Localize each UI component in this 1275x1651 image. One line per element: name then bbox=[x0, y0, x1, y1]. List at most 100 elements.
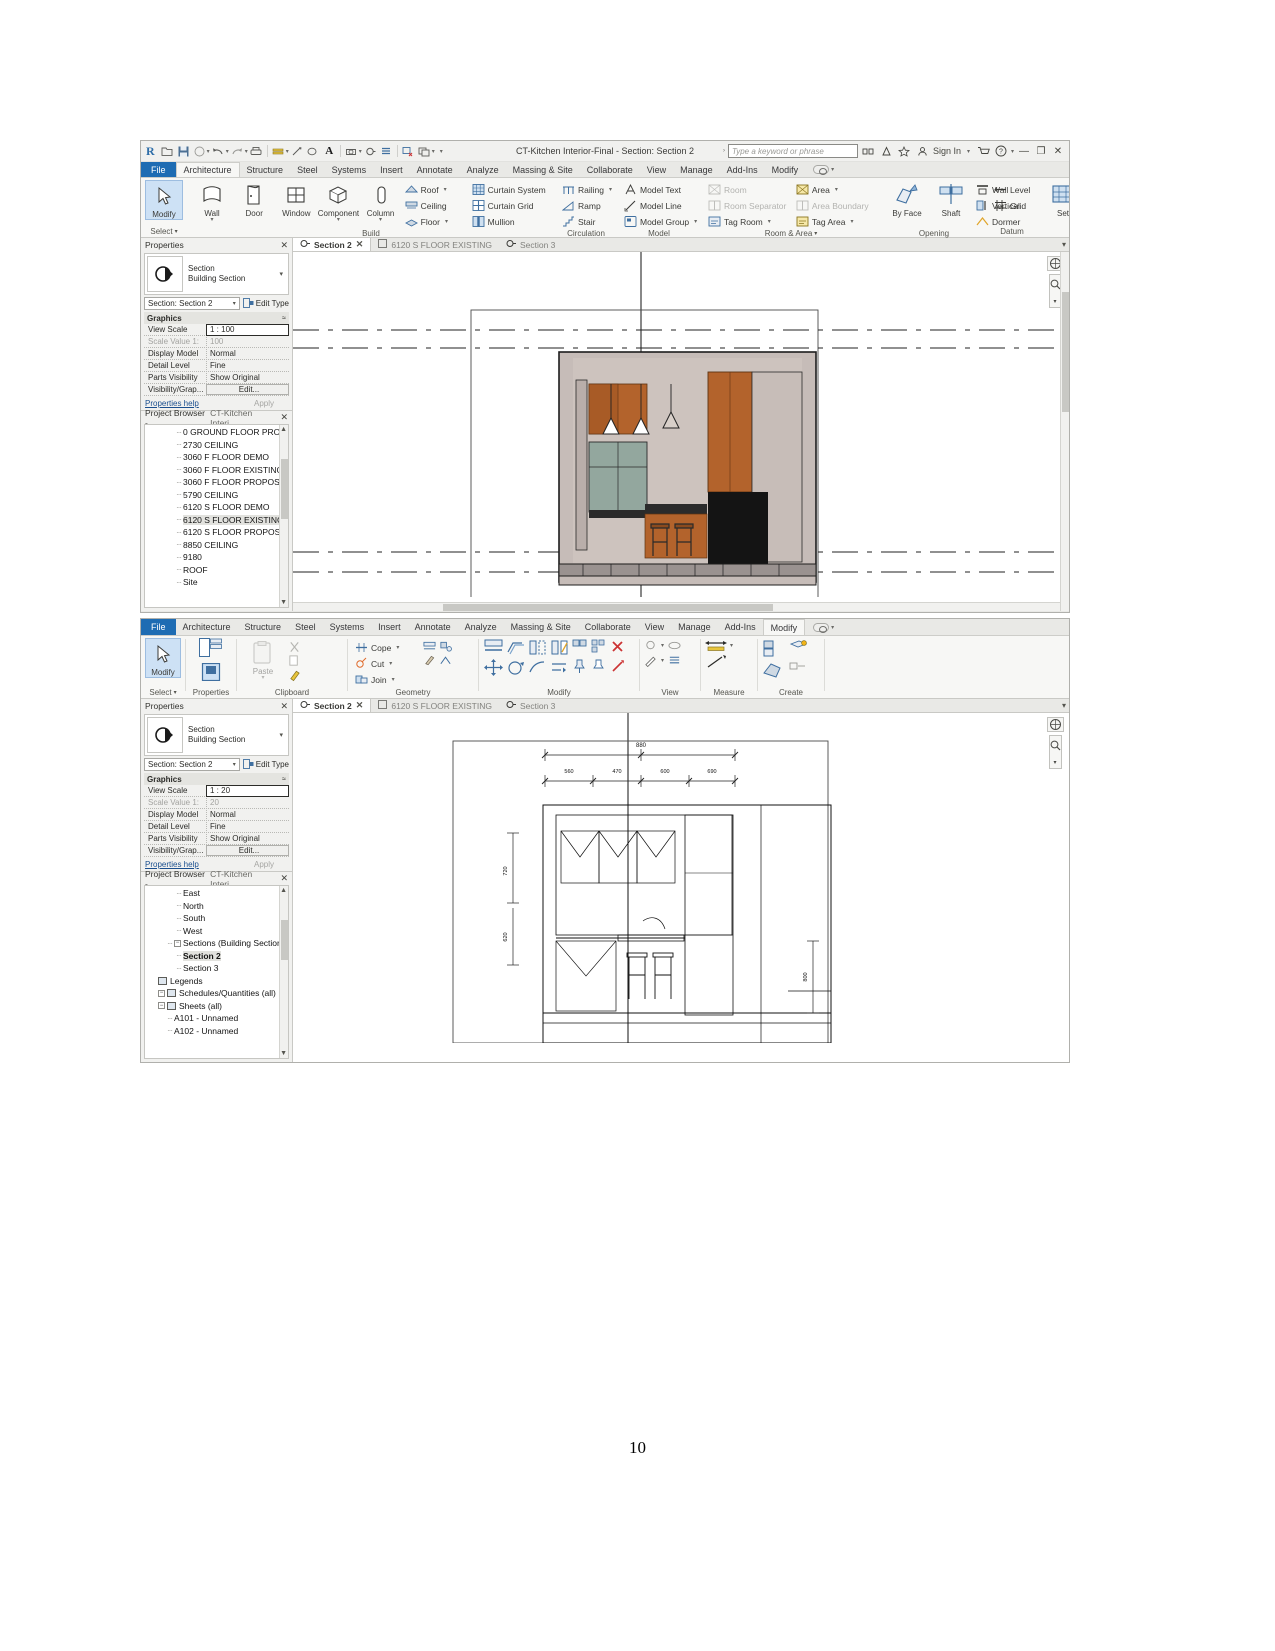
save-as-icon[interactable] bbox=[192, 144, 207, 159]
close-icon[interactable]: ✕ bbox=[280, 412, 288, 423]
redo-icon[interactable] bbox=[230, 144, 245, 159]
ribbon-tab-structure[interactable]: Structure bbox=[240, 162, 291, 177]
zoom-icon[interactable] bbox=[1050, 738, 1061, 756]
close-icon[interactable]: ✕ bbox=[280, 240, 288, 251]
tree-scrollbar[interactable]: ▲ ▼ bbox=[279, 886, 288, 1058]
apply-button[interactable]: Apply bbox=[254, 399, 288, 408]
ribbon-button-door[interactable]: Door bbox=[233, 180, 275, 218]
ribbon-button-area[interactable]: Area ▾ bbox=[793, 182, 877, 197]
cart-icon[interactable] bbox=[976, 144, 991, 159]
offset-icon[interactable] bbox=[505, 638, 525, 656]
chevron-down-icon[interactable]: ▾ bbox=[445, 218, 448, 225]
modify-button[interactable]: Modify bbox=[145, 180, 183, 220]
property-row[interactable]: View Scale 1 : 100 bbox=[144, 323, 289, 336]
paste-button[interactable]: Paste ▾ bbox=[241, 638, 285, 681]
ribbon-tab-annotate[interactable]: Annotate bbox=[408, 619, 458, 635]
ribbon-minimize-icon[interactable] bbox=[813, 165, 830, 175]
type-selector-bottom[interactable]: Section: Section 2 ▾ bbox=[144, 758, 240, 771]
project-browser-tree-top[interactable]: ··· 0 GROUND FLOOR PROPO ··· 2730 CEILING ··… bbox=[144, 424, 289, 608]
property-edit-button[interactable]: Edit... bbox=[206, 384, 289, 395]
ribbon-button-curtain-system[interactable]: Curtain System bbox=[469, 182, 551, 197]
view-tab[interactable]: Section 3 bbox=[499, 238, 562, 251]
chevron-down-icon[interactable]: ▾ bbox=[261, 675, 264, 681]
tree-expander-icon[interactable]: − bbox=[174, 939, 181, 947]
save-icon[interactable] bbox=[176, 144, 191, 159]
chevron-down-icon[interactable]: ▾ bbox=[831, 166, 834, 173]
tree-node[interactable]: ··· 5790 CEILING bbox=[145, 489, 288, 502]
chevron-down-icon[interactable]: ▾ bbox=[835, 186, 838, 193]
chevron-down-icon[interactable]: ▾ bbox=[279, 270, 286, 278]
ribbon-button-model-group[interactable]: Model Group ▾ bbox=[621, 214, 700, 229]
drawing-canvas-top[interactable]: ▾ bbox=[293, 252, 1069, 611]
tree-scrollbar[interactable]: ▲ ▼ bbox=[279, 425, 288, 607]
ribbon-tab-manage[interactable]: Manage bbox=[673, 162, 720, 177]
view-navigation-controls-bottom[interactable]: ▾ bbox=[1045, 717, 1065, 769]
ribbon-tab-collaborate[interactable]: Collaborate bbox=[580, 162, 640, 177]
delete-icon[interactable] bbox=[609, 638, 626, 656]
chevron-down-icon[interactable]: ▾ bbox=[814, 230, 817, 237]
group-collapse-icon[interactable]: ≈ bbox=[282, 776, 286, 783]
section-icon[interactable] bbox=[363, 144, 378, 159]
properties-group-graphics-top[interactable]: Graphics ≈ bbox=[144, 312, 289, 324]
pin-icon[interactable] bbox=[571, 658, 588, 675]
view-tabs-overflow-icon[interactable]: ▾ bbox=[1062, 240, 1066, 249]
ribbon-tab-manage[interactable]: Manage bbox=[671, 619, 718, 635]
close-hidden-windows-icon[interactable] bbox=[401, 144, 416, 159]
ribbon-tab-structure[interactable]: Structure bbox=[238, 619, 289, 635]
chevron-down-icon[interactable]: ▾ bbox=[609, 186, 612, 193]
tree-expander-icon[interactable]: − bbox=[158, 1002, 165, 1010]
ribbon-button-ramp[interactable]: Ramp bbox=[559, 198, 615, 213]
canvas-vertical-scrollbar-top[interactable] bbox=[1060, 252, 1069, 611]
sign-in-dropdown-icon[interactable]: ▾ bbox=[967, 148, 970, 155]
tree-node[interactable]: ··· South bbox=[145, 912, 288, 925]
align-icon[interactable] bbox=[483, 638, 503, 656]
ribbon-tab-view[interactable]: View bbox=[640, 162, 673, 177]
tree-node[interactable]: ··· A101 - Unnamed bbox=[145, 1012, 288, 1025]
measure-between-references-icon[interactable] bbox=[705, 639, 727, 652]
ribbon-button-cut[interactable]: Cut ▾ bbox=[352, 656, 421, 671]
customize-qat-icon[interactable]: ▾ bbox=[440, 148, 443, 155]
ribbon-tab-file[interactable]: File bbox=[141, 619, 176, 635]
search-input[interactable]: Type a keyword or phrase bbox=[727, 144, 858, 158]
ribbon-button-grid[interactable]: Grid bbox=[991, 198, 1033, 213]
ribbon-tab-steel[interactable]: Steel bbox=[288, 619, 323, 635]
rotate-icon[interactable] bbox=[505, 658, 525, 676]
group-collapse-icon[interactable]: ≈ bbox=[282, 315, 286, 322]
tree-node[interactable]: ··· 6120 S FLOOR PROPOSED bbox=[145, 526, 288, 539]
chevron-down-icon[interactable]: ▾ bbox=[175, 228, 178, 235]
property-row[interactable]: Parts Visibility Show Original bbox=[144, 833, 289, 845]
modify-button-bottom[interactable]: Modify bbox=[145, 638, 181, 678]
ribbon-button-floor[interactable]: Floor ▾ bbox=[402, 214, 469, 229]
ribbon-button-model-text[interactable]: Model Text bbox=[621, 182, 700, 197]
ribbon-button-mullion[interactable]: Mullion bbox=[469, 214, 551, 229]
minimize-button[interactable]: — bbox=[1017, 146, 1031, 157]
linework-icon[interactable] bbox=[644, 654, 657, 667]
view-tab[interactable]: 6120 S FLOOR EXISTING bbox=[371, 238, 499, 251]
ribbon-tab-modify[interactable]: Modify bbox=[762, 619, 806, 635]
ribbon-tab-systems[interactable]: Systems bbox=[325, 162, 374, 177]
ribbon-tab-systems[interactable]: Systems bbox=[323, 619, 372, 635]
tree-node[interactable]: ··· North bbox=[145, 900, 288, 913]
property-row[interactable]: Scale Value 1: 100 bbox=[144, 336, 289, 348]
property-value[interactable]: Normal bbox=[206, 810, 289, 819]
default-3d-view-icon[interactable] bbox=[344, 144, 359, 159]
properties-type-card-top[interactable]: Section Building Section ▾ bbox=[144, 253, 289, 295]
chevron-down-icon[interactable]: ▾ bbox=[174, 689, 177, 696]
ribbon-button-join[interactable]: Join ▾ bbox=[352, 672, 421, 687]
create-similar-icon[interactable] bbox=[762, 639, 784, 657]
view-tab[interactable]: Section 2 ✕ bbox=[293, 238, 372, 251]
measure-dropdown-icon[interactable]: ▾ bbox=[286, 148, 289, 155]
ribbon-button-window[interactable]: Window bbox=[275, 180, 317, 218]
scale-icon[interactable] bbox=[609, 658, 626, 675]
ribbon-tab-massing-site[interactable]: Massing & Site bbox=[504, 619, 578, 635]
chevron-down-icon[interactable]: ▼ bbox=[280, 1050, 287, 1057]
split-face-icon[interactable] bbox=[423, 640, 436, 653]
tree-node[interactable]: ··· East bbox=[145, 887, 288, 900]
sign-in-button[interactable]: Sign In bbox=[933, 146, 961, 156]
close-icon[interactable]: ✕ bbox=[356, 239, 364, 250]
tree-expander-icon[interactable]: − bbox=[158, 989, 165, 997]
tree-node[interactable]: ··· Site bbox=[145, 576, 288, 589]
move-icon[interactable] bbox=[483, 658, 503, 676]
measure-along-element-icon[interactable] bbox=[705, 654, 727, 668]
demolish-icon[interactable] bbox=[423, 654, 436, 667]
